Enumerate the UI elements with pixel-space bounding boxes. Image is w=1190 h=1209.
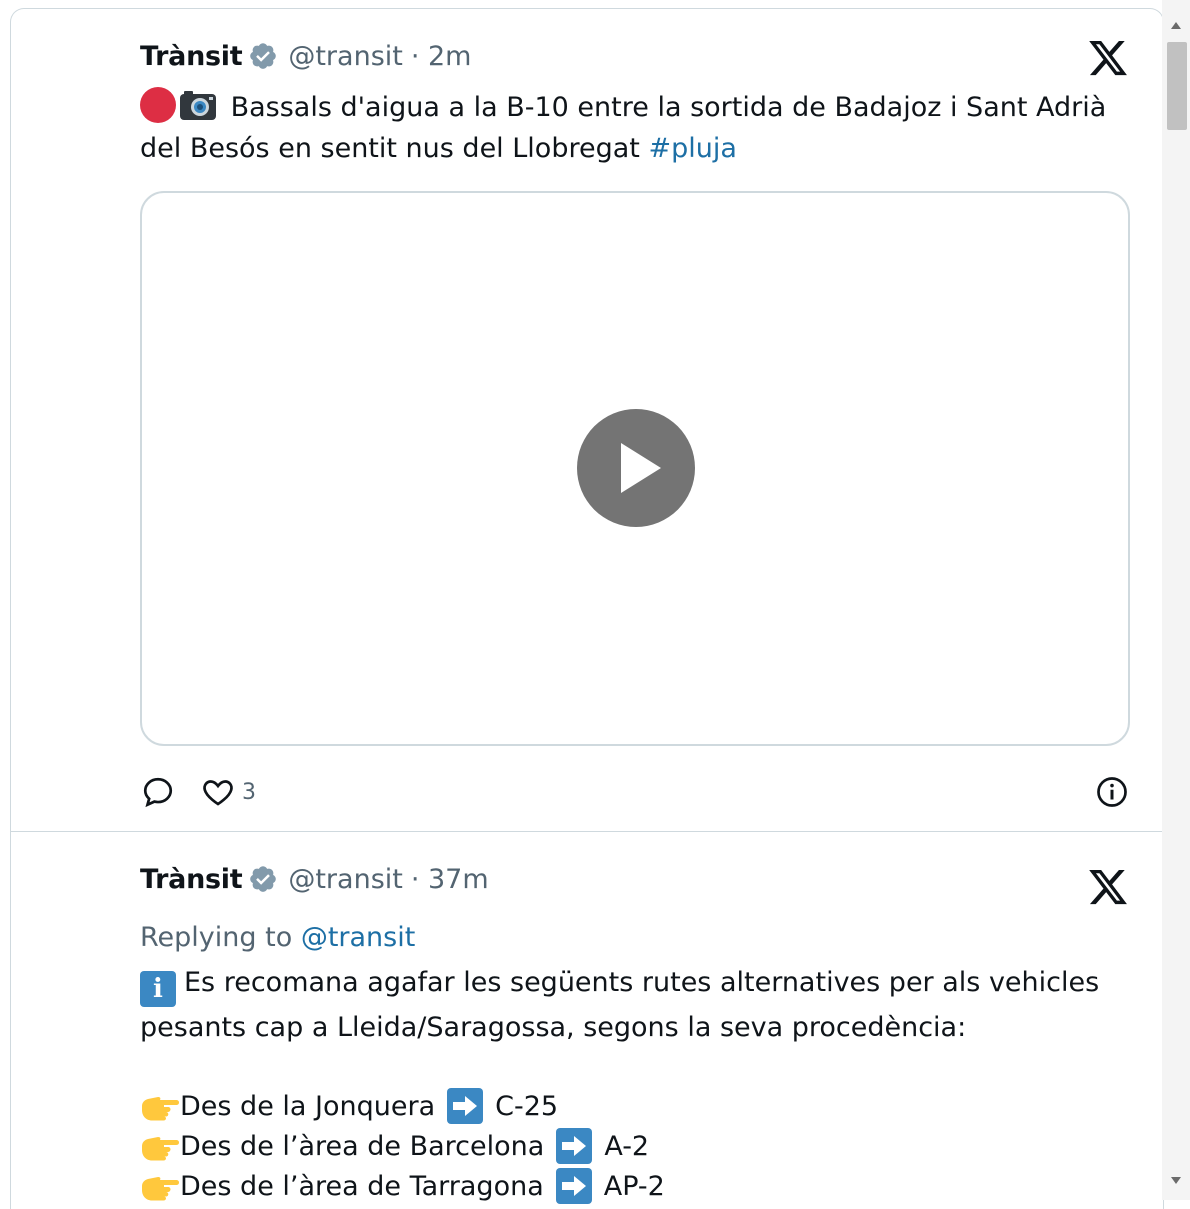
scroll-down-arrow-icon[interactable]: [1171, 1177, 1181, 1184]
route-line: Des de la Jonquera C-25: [140, 1086, 558, 1126]
tweet-time[interactable]: · 2m: [411, 41, 472, 72]
reply-icon[interactable]: [140, 774, 176, 810]
vertical-scrollbar[interactable]: [1162, 0, 1190, 1200]
author-name[interactable]: Trànsit: [140, 864, 243, 895]
route-from: Des de l’àrea de Barcelona: [180, 1130, 545, 1162]
replying-to: Replying to @transit: [140, 922, 415, 953]
route-from: Des de la Jonquera: [180, 1090, 436, 1122]
tweet-time[interactable]: · 37m: [411, 864, 489, 895]
tweet[interactable]: Trànsit @transit · 37m Replying to @tran…: [11, 832, 1163, 1209]
info-icon[interactable]: [1094, 774, 1130, 810]
right-arrow-emoji: [447, 1088, 484, 1124]
author-name[interactable]: Trànsit: [140, 41, 243, 72]
route-line: Des de l’àrea de Barcelona A-2: [140, 1126, 649, 1166]
tweet-body: Es recomana agafar les següents rutes al…: [140, 967, 1100, 1043]
x-logo-icon[interactable]: [1087, 37, 1129, 79]
red-circle-emoji: [140, 87, 176, 123]
route-road: AP-2: [603, 1170, 665, 1202]
route-line: Des de l’àrea de Tarragona AP-2: [140, 1166, 665, 1206]
heart-icon[interactable]: [200, 774, 236, 810]
scrollbar-thumb[interactable]: [1167, 42, 1187, 130]
embedded-timeline: Trànsit @transit · 2m Bassals d'aigua a …: [10, 8, 1164, 1209]
like-button[interactable]: 3: [200, 774, 256, 810]
like-count: 3: [242, 779, 256, 805]
author-handle[interactable]: @transit: [288, 864, 403, 895]
tweet-text: Bassals d'aigua a la B-10 entre la sorti…: [140, 87, 1140, 169]
play-icon: [621, 443, 661, 493]
camera-emoji: [180, 91, 216, 120]
tweet-actions: 3: [140, 772, 1130, 812]
tweet-text: i Es recomana agafar les següents rutes a…: [140, 962, 1140, 1048]
author-handle[interactable]: @transit: [288, 41, 403, 72]
right-arrow-emoji: [556, 1128, 593, 1164]
tweet-header: Trànsit @transit · 2m: [140, 36, 472, 76]
tweet-body: Bassals d'aigua a la B-10 entre la sorti…: [140, 92, 1107, 164]
pointing-hand-emoji: [142, 1097, 179, 1121]
route-road: A-2: [604, 1130, 650, 1162]
play-button[interactable]: [577, 409, 695, 527]
mention-link[interactable]: @transit: [301, 922, 416, 953]
pointing-hand-emoji: [142, 1177, 179, 1201]
route-road: C-25: [495, 1090, 559, 1122]
information-emoji: i: [140, 971, 176, 1007]
tweet-header: Trànsit @transit · 37m: [140, 859, 489, 899]
verified-badge-icon: [250, 866, 277, 892]
scroll-up-arrow-icon[interactable]: [1171, 22, 1181, 29]
x-logo-icon[interactable]: [1087, 866, 1129, 908]
pointing-hand-emoji: [142, 1137, 179, 1161]
video-player[interactable]: [140, 191, 1130, 746]
tweet[interactable]: Trànsit @transit · 2m Bassals d'aigua a …: [11, 9, 1163, 832]
hashtag-link[interactable]: #pluja: [648, 133, 736, 164]
replying-label: Replying to: [140, 922, 301, 953]
verified-badge-icon: [250, 43, 277, 69]
right-arrow-emoji: [555, 1168, 592, 1204]
route-from: Des de l’àrea de Tarragona: [180, 1170, 544, 1202]
